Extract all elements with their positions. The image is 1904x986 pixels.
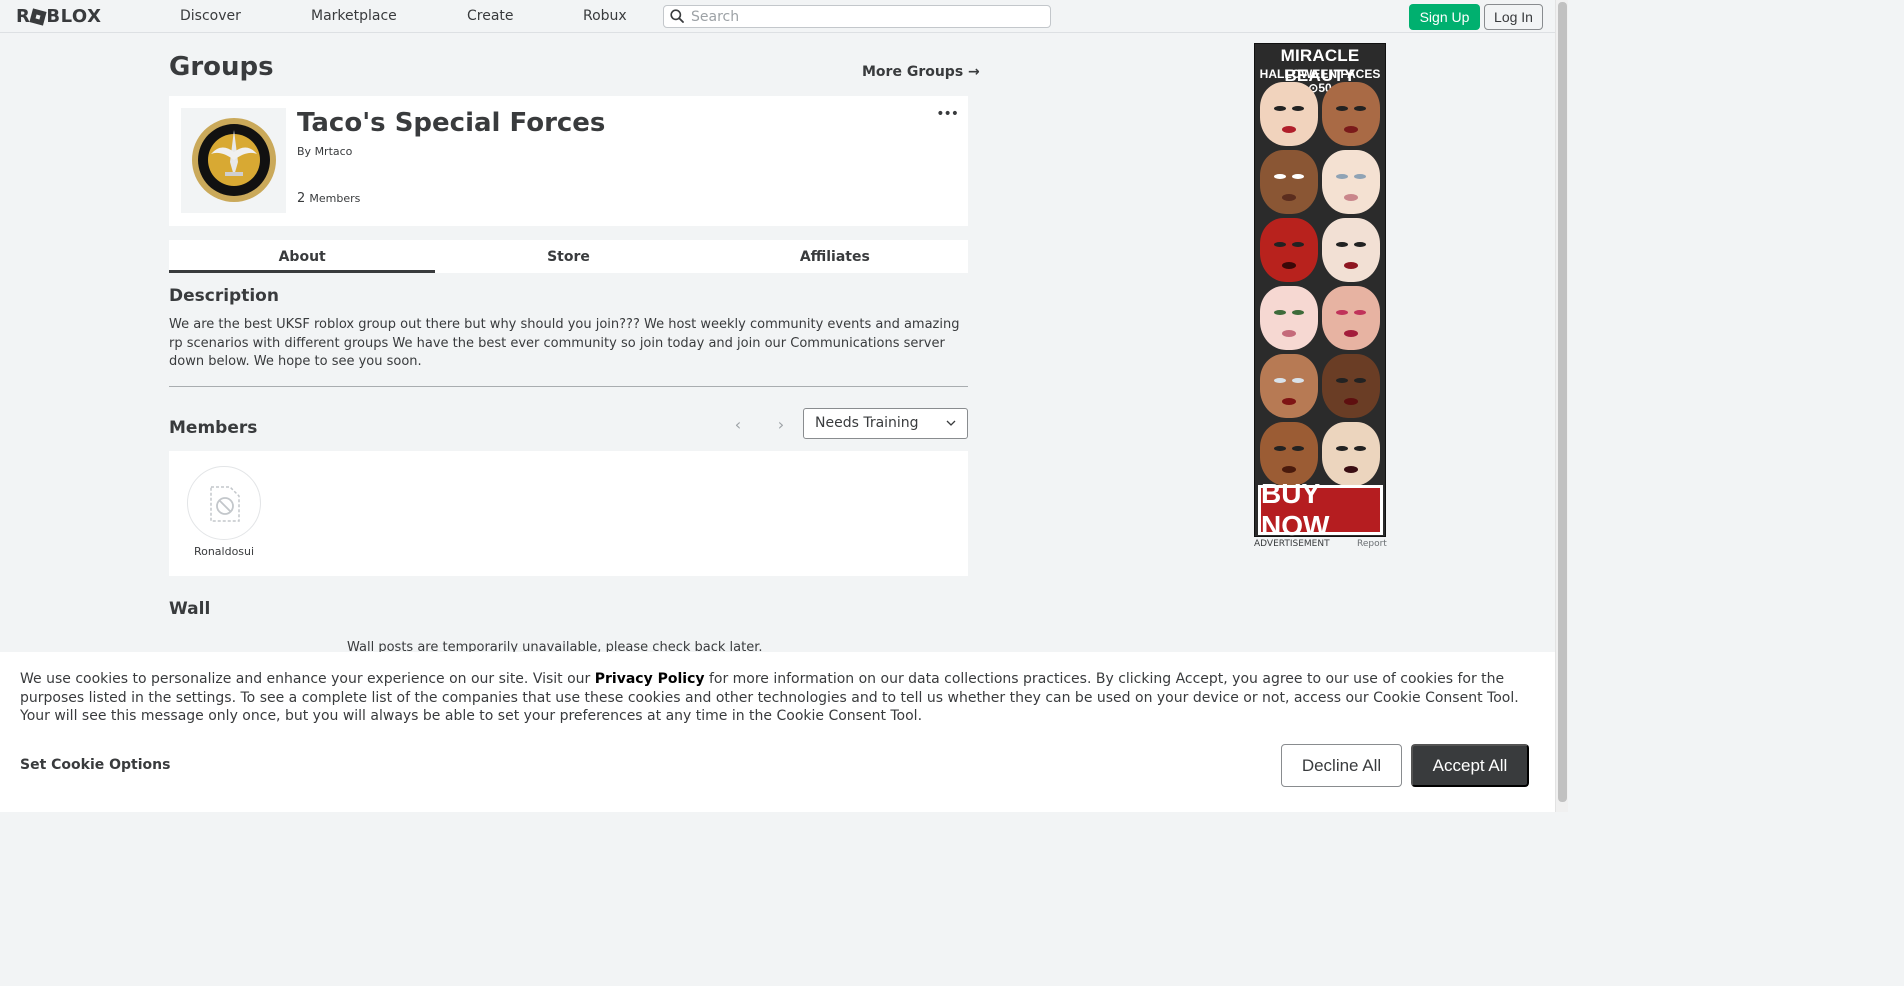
search-bar <box>663 5 1051 28</box>
ad-face <box>1260 422 1318 486</box>
search-input[interactable] <box>691 8 1041 25</box>
sas-badge-icon <box>192 118 276 202</box>
set-cookie-options-link[interactable]: Set Cookie Options <box>20 757 170 773</box>
owner-link[interactable]: Mrtaco <box>315 145 353 158</box>
page-title: Groups <box>169 52 274 82</box>
role-dropdown-value: Needs Training <box>815 415 919 431</box>
description-heading: Description <box>169 286 279 306</box>
search-icon <box>670 9 684 23</box>
tab-affiliates[interactable]: Affiliates <box>702 240 968 273</box>
by-label: By <box>297 145 312 158</box>
ad-face <box>1322 286 1380 350</box>
chevron-right-icon[interactable]: › <box>771 414 791 434</box>
ad-face <box>1322 354 1380 418</box>
roblox-logo[interactable]: R BLOX <box>16 6 101 27</box>
more-options-button[interactable]: ••• <box>936 106 959 122</box>
advertisement-label: ADVERTISEMENT <box>1254 539 1330 549</box>
member-name[interactable]: Ronaldosui <box>179 545 269 558</box>
log-in-button[interactable]: Log In <box>1484 4 1543 30</box>
decline-all-button[interactable]: Decline All <box>1281 744 1402 787</box>
cookie-message: We use cookies to personalize and enhanc… <box>20 670 1530 726</box>
privacy-policy-link[interactable]: Privacy Policy <box>595 671 705 687</box>
ad-face <box>1322 422 1380 486</box>
tab-about[interactable]: About <box>169 240 436 273</box>
cookie-consent-banner: We use cookies to personalize and enhanc… <box>0 652 1555 812</box>
group-emblem <box>181 108 286 213</box>
ad-face <box>1322 150 1380 214</box>
ad-face <box>1260 218 1318 282</box>
tab-store[interactable]: Store <box>435 240 701 273</box>
accept-all-button[interactable]: Accept All <box>1411 744 1529 787</box>
top-navigation-bar: R BLOX Discover Marketplace Create Robux … <box>0 0 1555 33</box>
ad-buy-now-button[interactable]: BUY NOW <box>1258 478 1383 536</box>
section-divider <box>169 386 968 387</box>
members-heading: Members <box>169 418 258 438</box>
role-dropdown[interactable]: Needs Training <box>803 408 968 439</box>
members-list: Ronaldosui <box>169 451 968 576</box>
ad-face <box>1260 82 1318 146</box>
nav-robux[interactable]: Robux <box>583 8 627 24</box>
member-count: 2 Members <box>297 191 360 206</box>
group-owner-line: By Mrtaco <box>297 145 352 158</box>
chevron-down-icon <box>946 420 956 426</box>
cookie-text-before: We use cookies to personalize and enhanc… <box>20 671 595 687</box>
report-ad-link[interactable]: Report <box>1357 539 1387 549</box>
avatar[interactable] <box>187 466 261 540</box>
wall-heading: Wall <box>169 599 211 619</box>
member-count-label: Members <box>309 192 361 205</box>
description-text: We are the best UKSF roblox group out th… <box>169 317 960 369</box>
ad-face <box>1260 354 1318 418</box>
ad-face <box>1260 286 1318 350</box>
ad-face <box>1322 218 1380 282</box>
ad-face <box>1322 82 1380 146</box>
more-groups-link[interactable]: More Groups → <box>862 64 980 80</box>
group-name: Taco's Special Forces <box>297 108 606 138</box>
chevron-left-icon[interactable]: ‹ <box>728 414 748 434</box>
nav-discover[interactable]: Discover <box>180 8 241 24</box>
nav-marketplace[interactable]: Marketplace <box>311 8 397 24</box>
nav-create[interactable]: Create <box>467 8 514 24</box>
unavailable-image-icon <box>210 486 240 522</box>
page-scrollbar[interactable] <box>1555 0 1568 812</box>
group-header-card: Taco's Special Forces By Mrtaco 2 Member… <box>169 96 968 226</box>
ad-face <box>1260 150 1318 214</box>
sign-up-button[interactable]: Sign Up <box>1409 4 1480 30</box>
member-count-value: 2 <box>297 191 306 206</box>
group-tabs: About Store Affiliates <box>169 240 968 273</box>
scrollbar-thumb[interactable] <box>1558 2 1567 802</box>
advertisement-banner[interactable]: MIRACLE BEAUTY HALLOWEEN FACES ⊙50 BUY N… <box>1254 43 1386 537</box>
